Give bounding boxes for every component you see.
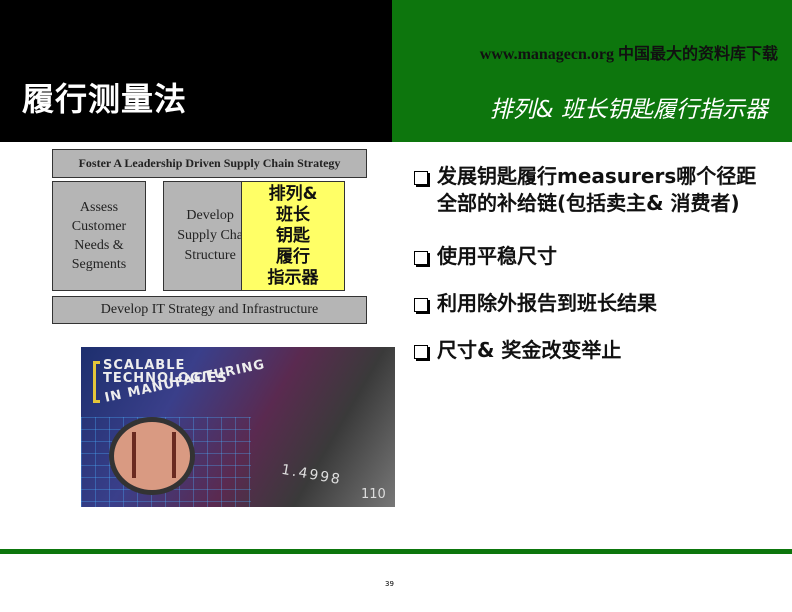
leadership-strategy-box: Foster A Leadership Driven Supply Chain … bbox=[52, 149, 367, 178]
kpi-line: 排列& bbox=[268, 183, 318, 204]
assess-line: Segments bbox=[71, 257, 127, 272]
page-number: 39 bbox=[385, 580, 394, 588]
bullet-item: 使用平稳尺寸 bbox=[414, 243, 774, 270]
develop-line: Develop bbox=[186, 208, 234, 223]
bullet-text: 利用除外报告到班长结果 bbox=[437, 291, 657, 315]
checkbox-bullet-icon bbox=[414, 251, 428, 265]
develop-line: Structure bbox=[184, 248, 236, 263]
kpi-line: 钥匙 bbox=[276, 225, 310, 246]
page-title: 履行测量法 bbox=[22, 80, 188, 118]
develop-line: Supply Cha bbox=[177, 228, 243, 243]
kpi-line: 履行 bbox=[276, 246, 310, 267]
bullet-item: 尺寸& 奖金改变举止 bbox=[414, 337, 774, 364]
kpi-highlight-box: 排列& 班长 钥匙 履行 指示器 bbox=[241, 181, 345, 291]
bracket-icon bbox=[93, 361, 100, 403]
chip-lens-icon bbox=[109, 417, 195, 495]
checkbox-bullet-icon bbox=[414, 298, 428, 312]
gauge-number: 1.4998 bbox=[280, 461, 343, 489]
develop-supply-chain-box: Develop Supply Cha Structure bbox=[163, 181, 243, 291]
checkbox-bullet-icon bbox=[414, 345, 428, 359]
bullet-text: 发展钥匙履行measurers哪个径距全部的补给链(包括卖主& 消费者) bbox=[437, 164, 757, 215]
it-strategy-box: Develop IT Strategy and Infrastructure bbox=[52, 296, 367, 324]
bullet-item: 发展钥匙履行measurers哪个径距全部的补给链(包括卖主& 消费者) bbox=[414, 163, 774, 217]
slide-subtitle: 排列& 班长钥匙履行指示器 bbox=[489, 97, 768, 123]
manufacturing-image: SCALABLE TECHNOLOGIES IN MANUFACTURING 1… bbox=[81, 347, 395, 507]
bullet-item: 利用除外报告到班长结果 bbox=[414, 290, 774, 317]
bullet-text: 使用平稳尺寸 bbox=[437, 244, 557, 268]
site-banner: www.managecn.org 中国最大的资料库下载 bbox=[479, 46, 778, 63]
assess-line: Needs & bbox=[74, 238, 124, 253]
assess-customer-box: Assess Customer Needs & Segments bbox=[52, 181, 146, 291]
kpi-line: 指示器 bbox=[267, 267, 319, 288]
kpi-line: 班长 bbox=[276, 204, 310, 225]
assess-line: Customer bbox=[71, 219, 127, 234]
bullet-list: 发展钥匙履行measurers哪个径距全部的补给链(包括卖主& 消费者) 使用平… bbox=[414, 163, 774, 384]
assess-line: Assess bbox=[79, 200, 119, 215]
footer-divider bbox=[0, 549, 792, 554]
header-left-panel bbox=[0, 0, 392, 142]
checkbox-bullet-icon bbox=[414, 171, 428, 185]
gauge-number-2: 110 bbox=[361, 487, 386, 502]
bullet-text: 尺寸& 奖金改变举止 bbox=[437, 338, 622, 362]
